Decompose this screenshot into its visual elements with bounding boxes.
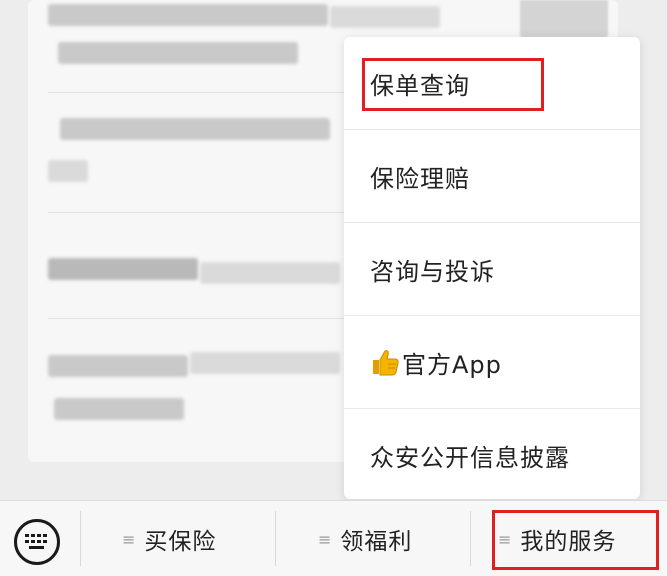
menu-item-label: 保单查询 bbox=[370, 71, 470, 100]
obscured-image bbox=[520, 0, 608, 40]
menu-item-label: 咨询与投诉 bbox=[370, 257, 495, 286]
divider bbox=[48, 212, 348, 213]
obscured-text bbox=[200, 262, 340, 284]
tab-get-benefits[interactable]: ≡ 领福利 bbox=[318, 517, 412, 561]
tab-divider bbox=[470, 511, 471, 566]
menu-glyph-icon: ≡ bbox=[122, 529, 137, 549]
tab-my-services[interactable]: ≡ 我的服务 bbox=[498, 517, 616, 561]
menu-item-insurance-claim[interactable]: 保险理赔 bbox=[344, 130, 640, 222]
bottom-menu-bar: ≡ 买保险 ≡ 领福利 ≡ 我的服务 bbox=[0, 500, 667, 576]
obscured-text bbox=[48, 258, 198, 280]
menu-item-label: 官方App bbox=[402, 350, 502, 379]
menu-item-label: 保险理赔 bbox=[370, 164, 470, 193]
obscured-text bbox=[48, 355, 188, 377]
tab-buy-insurance[interactable]: ≡ 买保险 bbox=[122, 517, 216, 561]
obscured-text bbox=[190, 352, 340, 374]
tab-label: 我的服务 bbox=[520, 529, 617, 555]
menu-item-public-disclosure[interactable]: 众安公开信息披露 bbox=[344, 409, 640, 501]
menu-glyph-icon: ≡ bbox=[498, 529, 513, 549]
thumbs-up-icon bbox=[370, 347, 400, 377]
keyboard-icon[interactable] bbox=[14, 519, 60, 565]
obscured-text bbox=[48, 160, 88, 182]
menu-glyph-icon: ≡ bbox=[318, 529, 333, 549]
obscured-text bbox=[54, 398, 184, 420]
divider bbox=[48, 92, 348, 93]
obscured-text bbox=[60, 118, 330, 140]
tab-label: 买保险 bbox=[144, 529, 217, 555]
menu-item-label: 众安公开信息披露 bbox=[370, 443, 570, 472]
menu-item-official-app[interactable]: 官方App bbox=[344, 316, 640, 408]
obscured-text bbox=[58, 42, 298, 64]
my-services-menu: 保单查询 保险理赔 咨询与投诉 官方App 众安公开信息披露 bbox=[344, 37, 640, 499]
divider bbox=[48, 318, 348, 319]
menu-item-consult-complaint[interactable]: 咨询与投诉 bbox=[344, 223, 640, 315]
obscured-text bbox=[48, 4, 328, 26]
obscured-text bbox=[330, 6, 440, 28]
tab-divider bbox=[275, 511, 276, 566]
tab-divider bbox=[80, 511, 81, 566]
tab-label: 领福利 bbox=[340, 529, 413, 555]
menu-item-policy-query[interactable]: 保单查询 bbox=[344, 37, 640, 129]
